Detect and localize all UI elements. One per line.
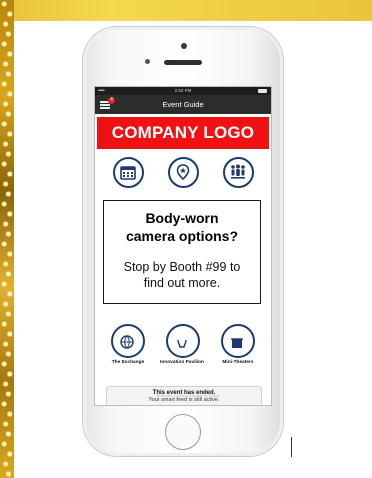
text-cursor — [291, 437, 292, 457]
battery-icon — [258, 89, 267, 93]
tile-label-innovation-pavilion: Innovation Pavilion — [160, 360, 204, 365]
company-logo-banner: COMPANY LOGO — [97, 117, 269, 149]
gold-frame-left — [0, 0, 14, 478]
theater-icon — [231, 338, 243, 348]
status-time: 2:52 PM — [174, 88, 192, 93]
tile-mini-theaters[interactable] — [221, 324, 255, 358]
tile-label-mini-theaters: Mini-Theaters — [222, 360, 254, 365]
tile-label-the-exchange: The Exchange — [111, 360, 145, 365]
map-pin-icon — [176, 164, 190, 181]
promo-popup: Body-worn camera options? Stop by Booth … — [103, 200, 261, 304]
tile-map[interactable] — [168, 157, 199, 188]
popup-body-line-1: Stop by Booth #99 to — [123, 260, 241, 274]
event-ended-subtitle: Your smart feed is still active. — [148, 397, 220, 403]
popup-body: Stop by Booth #99 to find out more. — [104, 259, 260, 291]
app-navbar: 4 Event Guide — [95, 95, 271, 114]
front-camera — [181, 43, 187, 49]
calendar-icon — [120, 166, 136, 180]
gold-frame-top — [0, 0, 372, 21]
proximity-sensor — [145, 59, 150, 64]
tile-calendar[interactable] — [113, 157, 144, 188]
nav-title: Event Guide — [162, 100, 204, 109]
tile-the-exchange[interactable] — [111, 324, 145, 358]
popup-title: Body-worn camera options? — [104, 209, 260, 245]
globe-icon — [120, 335, 134, 349]
home-button[interactable] — [165, 414, 201, 450]
status-bar: ••••• 2:52 PM — [95, 87, 271, 95]
popup-body-line-2: find out more. — [143, 276, 221, 290]
powered-by-footer: Built with CrowdCompass by Cvent — [156, 393, 220, 398]
popup-title-line-2: camera options? — [125, 228, 239, 244]
people-icon — [231, 164, 245, 179]
tile-innovation-pavilion[interactable] — [166, 324, 200, 358]
lightbulb-icon — [177, 339, 187, 348]
popup-title-line-1: Body-worn — [145, 210, 219, 226]
tile-people[interactable] — [223, 157, 254, 188]
earpiece-speaker — [164, 60, 202, 65]
